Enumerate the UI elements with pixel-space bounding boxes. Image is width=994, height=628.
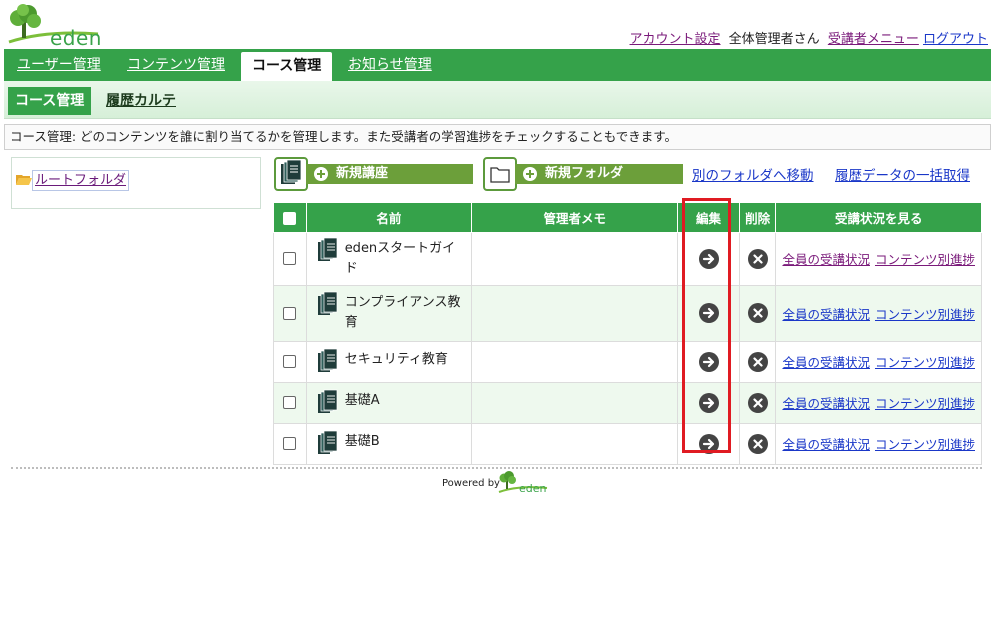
header-name: 名前 [305, 203, 473, 233]
delete-x-icon[interactable] [747, 351, 768, 372]
header: eden アカウント設定 全体管理者さん 受講者メニュー ログアウト [0, 0, 994, 50]
course-name[interactable]: セキュリティ教育 [345, 350, 448, 370]
history-bulk-link[interactable]: 履歴データの一括取得 [835, 164, 970, 184]
table-row: 基礎A 全員の受講状況 コンテンツ別進捗 [273, 381, 982, 424]
sub-tabs: コース管理 履歴カルテ [4, 81, 991, 119]
new-course-bar: 新規講座 [306, 164, 473, 184]
course-name[interactable]: 基礎A [345, 391, 380, 411]
course-book-icon [317, 291, 338, 315]
select-all-checkbox[interactable] [283, 211, 297, 225]
page-description: コース管理: どのコンテンツを誰に割り当てるかを管理します。また受講者の学習進捗… [4, 124, 991, 150]
new-folder-label: 新規フォルダ [545, 166, 624, 181]
course-name[interactable]: 基礎B [345, 432, 380, 452]
header-status: 受講状況を見る [775, 203, 982, 233]
plus-circle-icon [523, 167, 537, 181]
content-progress-link[interactable]: コンテンツ別進捗 [875, 437, 975, 452]
course-table: 名前 管理者メモ 編集 削除 受講状況を見る edenスタートガイド 全員の受講… [273, 203, 982, 465]
edit-arrow-icon[interactable] [698, 392, 719, 413]
user-name: 全体管理者さん [728, 32, 820, 47]
table-row: コンプライアンス教育 全員の受講状況 コンテンツ別進捗 [273, 284, 982, 342]
course-memo [470, 340, 679, 383]
subtab-history-karte[interactable]: 履歴カルテ [106, 87, 176, 115]
course-memo [470, 231, 679, 286]
all-status-link[interactable]: 全員の受講状況 [782, 252, 870, 267]
course-name[interactable]: edenスタートガイド [345, 239, 467, 279]
book-stack-icon [281, 159, 302, 184]
folder-tree: ルートフォルダ [11, 157, 261, 209]
course-memo [470, 381, 679, 424]
header-select-all [273, 203, 307, 233]
table-row: 基礎B 全員の受講状況 コンテンツ別進捗 [273, 422, 982, 465]
content-progress-link[interactable]: コンテンツ別進捗 [875, 396, 975, 411]
header-memo: 管理者メモ [470, 203, 679, 233]
content-progress-link[interactable]: コンテンツ別進捗 [875, 307, 975, 322]
course-book-icon [317, 237, 338, 261]
header-delete: 削除 [738, 203, 777, 233]
table-row: セキュリティ教育 全員の受講状況 コンテンツ別進捗 [273, 340, 982, 383]
tab-user-management[interactable]: ユーザー管理 [17, 49, 101, 81]
header-edit: 編集 [677, 203, 740, 233]
edit-arrow-icon[interactable] [698, 433, 719, 454]
main-tabs: ユーザー管理 コンテンツ管理 コース管理 お知らせ管理 [4, 49, 991, 81]
row-checkbox[interactable] [283, 396, 297, 409]
new-course-button[interactable]: 新規講座 [274, 157, 474, 191]
all-status-link[interactable]: 全員の受講状況 [782, 355, 870, 370]
row-checkbox[interactable] [283, 437, 297, 450]
content-progress-link[interactable]: コンテンツ別進捗 [875, 355, 975, 370]
table-header-row: 名前 管理者メモ 編集 削除 受講状況を見る [273, 203, 982, 233]
subtab-course-management[interactable]: コース管理 [8, 87, 92, 115]
course-memo [470, 284, 679, 342]
new-folder-bar: 新規フォルダ [515, 164, 683, 184]
account-settings-link[interactable]: アカウント設定 [630, 32, 721, 47]
tab-course-management[interactable]: コース管理 [241, 52, 333, 81]
folder-outline-icon [490, 167, 510, 183]
edit-arrow-icon[interactable] [698, 303, 719, 323]
tab-news-management[interactable]: お知らせ管理 [348, 49, 432, 81]
course-book-icon [317, 430, 338, 454]
table-row: edenスタートガイド 全員の受講状況 コンテンツ別進捗 [273, 231, 982, 286]
delete-x-icon[interactable] [747, 303, 768, 323]
row-checkbox[interactable] [283, 306, 297, 320]
new-course-label: 新規講座 [336, 166, 389, 181]
edit-arrow-icon[interactable] [698, 248, 719, 269]
all-status-link[interactable]: 全員の受講状況 [782, 396, 870, 411]
edit-arrow-icon[interactable] [698, 351, 719, 372]
new-folder-button[interactable]: 新規フォルダ [483, 157, 683, 191]
learner-menu-link[interactable]: 受講者メニュー [828, 32, 919, 47]
eden-logo[interactable]: eden [6, 4, 102, 50]
folder-icon-box [483, 157, 517, 191]
logout-link[interactable]: ログアウト [923, 32, 988, 47]
course-book-icon [317, 389, 338, 413]
move-folder-link[interactable]: 別のフォルダへ移動 [692, 164, 814, 184]
delete-x-icon[interactable] [747, 392, 768, 413]
row-checkbox[interactable] [283, 252, 297, 265]
course-name[interactable]: コンプライアンス教育 [345, 293, 467, 333]
delete-x-icon[interactable] [747, 433, 768, 454]
open-folder-icon [16, 175, 32, 185]
all-status-link[interactable]: 全員の受講状況 [782, 437, 870, 452]
all-status-link[interactable]: 全員の受講状況 [782, 307, 870, 322]
root-folder-link[interactable]: ルートフォルダ [32, 170, 130, 191]
course-memo [470, 422, 679, 465]
user-links: アカウント設定 全体管理者さん 受講者メニュー ログアウト [630, 28, 988, 47]
tab-content-management[interactable]: コンテンツ管理 [127, 49, 225, 81]
logo-text: eden [50, 26, 102, 50]
powered-by-text: Powered by [442, 478, 500, 489]
footer-divider [11, 467, 982, 469]
row-checkbox[interactable] [283, 355, 297, 368]
delete-x-icon[interactable] [747, 248, 768, 269]
content-progress-link[interactable]: コンテンツ別進捗 [875, 252, 975, 267]
plus-circle-icon [314, 167, 328, 181]
footer-logo-text: eden [519, 482, 547, 495]
course-book-icon [317, 348, 338, 372]
course-icon-box [274, 157, 308, 191]
